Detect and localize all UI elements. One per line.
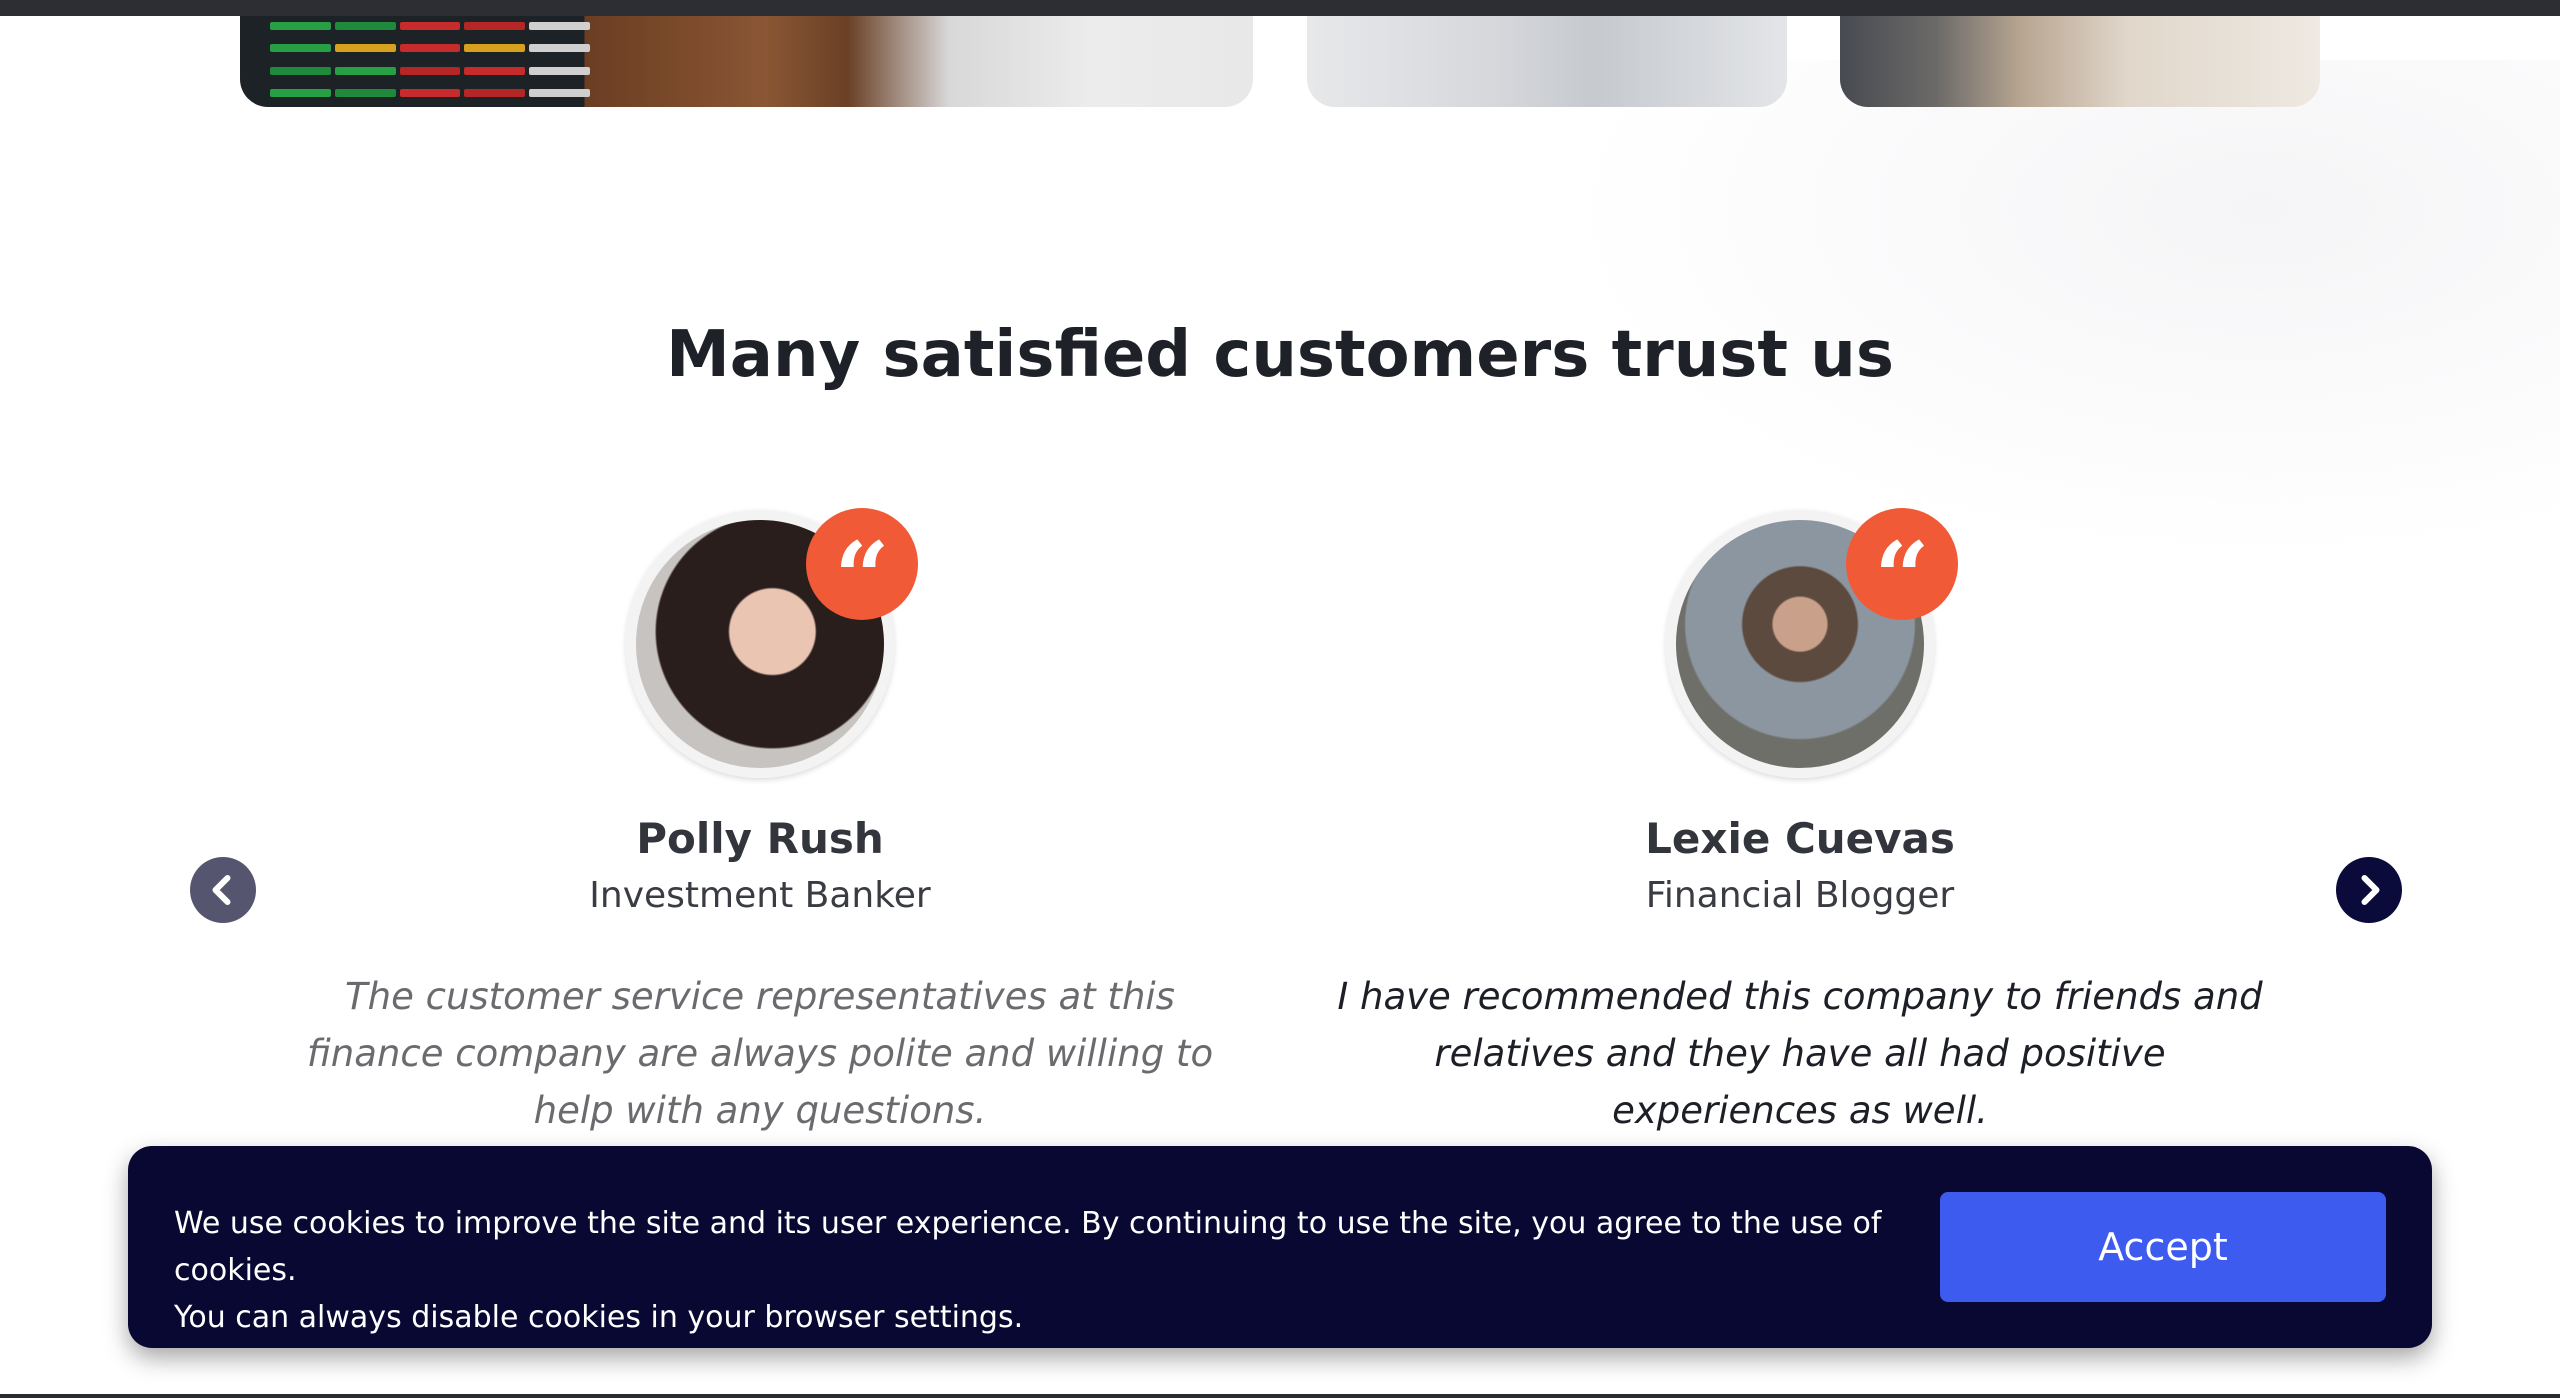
carousel-prev-button[interactable] — [190, 857, 256, 923]
testimonial-card: “ Lexie Cuevas Financial Blogger I have … — [1320, 508, 2280, 1139]
avatar-wrapper: “ — [1666, 508, 1958, 778]
article-image-card[interactable] — [1307, 16, 1787, 107]
testimonial-quote: The customer service representatives at … — [306, 975, 1214, 1132]
bottom-divider — [0, 1394, 2560, 1398]
cookie-message: We use cookies to improve the site and i… — [174, 1200, 1914, 1341]
quote-icon: “ — [806, 508, 918, 634]
testimonial-name: Lexie Cuevas — [1645, 814, 1955, 863]
carousel-next-button[interactable] — [2336, 857, 2402, 923]
ticker-board — [270, 16, 590, 107]
chevron-right-icon — [2361, 875, 2380, 905]
cookie-message-line-1: We use cookies to improve the site and i… — [174, 1206, 1882, 1288]
quote-icon: “ — [1846, 508, 1958, 634]
accept-cookies-button[interactable]: Accept — [1940, 1192, 2386, 1302]
background-decoration — [1560, 60, 2560, 560]
article-image-documents[interactable] — [1840, 16, 2320, 107]
section-title: Many satisfied customers trust us — [666, 318, 1894, 392]
cookie-message-line-2: You can always disable cookies in your b… — [174, 1300, 1024, 1335]
testimonial-card: “ Polly Rush Investment Banker The custo… — [280, 508, 1240, 1139]
testimonial-role: Investment Banker — [589, 875, 931, 916]
top-strip — [0, 0, 2560, 16]
testimonial-role: Financial Blogger — [1645, 875, 1955, 916]
testimonial-name: Polly Rush — [636, 814, 884, 863]
chevron-left-icon — [212, 875, 231, 905]
avatar-wrapper: “ — [626, 508, 918, 778]
testimonial-quote: I have recommended this company to frien… — [1337, 975, 2263, 1132]
article-image-stock-ticker[interactable] — [240, 16, 1253, 107]
cookie-banner: We use cookies to improve the site and i… — [128, 1146, 2432, 1348]
